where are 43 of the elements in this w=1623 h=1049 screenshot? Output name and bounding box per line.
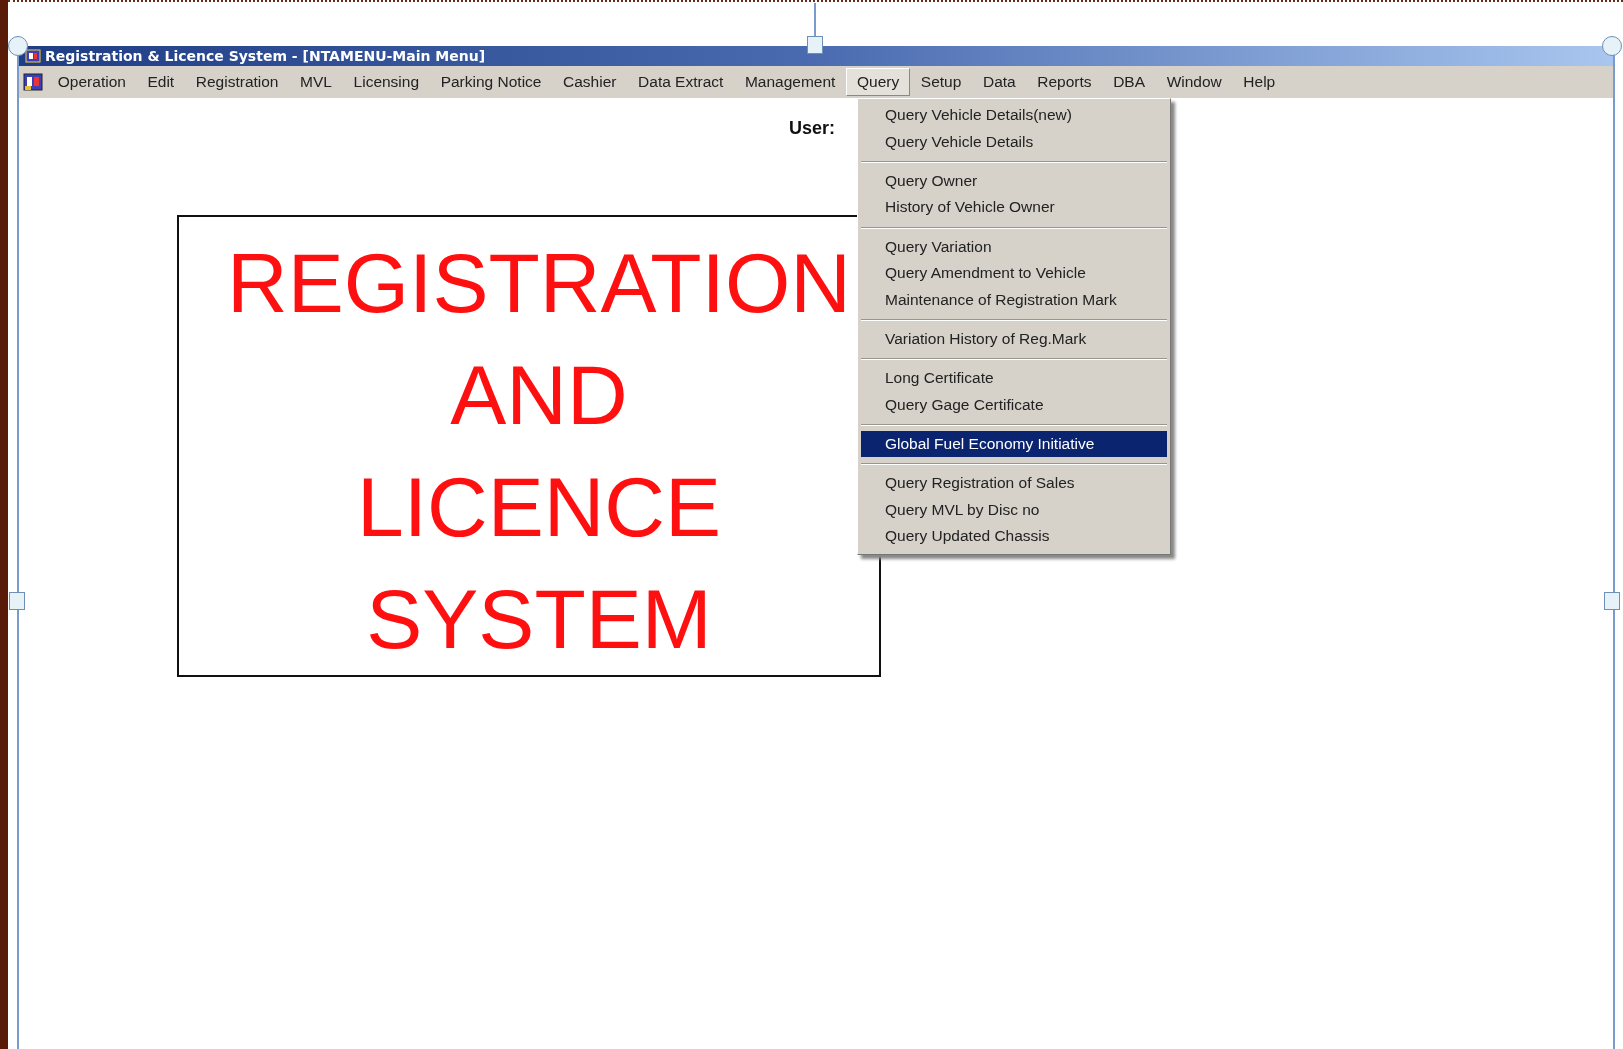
dropdown-item[interactable]: Query Variation (861, 233, 1167, 260)
menu-item[interactable]: Help (1232, 68, 1287, 96)
app-icon[interactable] (23, 72, 43, 92)
menu-item[interactable]: Data (972, 68, 1027, 96)
resize-handle[interactable] (8, 36, 28, 56)
menu-item[interactable]: Parking Notice (429, 68, 553, 96)
menu-item[interactable]: Query (846, 68, 911, 96)
menu-item[interactable]: Setup (910, 68, 973, 96)
menu-item[interactable]: Data Extract (627, 68, 735, 96)
dropdown-item[interactable]: Query Vehicle Details(new) (861, 102, 1167, 129)
menu-item[interactable]: Licensing (342, 68, 430, 96)
dropdown-item[interactable]: Long Certificate (861, 365, 1167, 392)
menu-item[interactable]: DBA (1102, 68, 1156, 96)
menu-item[interactable]: Edit (136, 68, 185, 96)
banner-text: SYSTEM (366, 571, 712, 668)
menu-item[interactable]: Operation (47, 68, 137, 96)
resize-handle[interactable] (807, 36, 823, 54)
menu-item[interactable]: Registration (185, 68, 290, 96)
dropdown-item[interactable]: Query Amendment to Vehicle (861, 259, 1167, 287)
menu-item[interactable]: MVL (289, 68, 343, 96)
dropdown-item[interactable]: Variation History of Reg.Mark (861, 325, 1167, 353)
resize-handle[interactable] (9, 592, 25, 610)
dropdown-item[interactable]: Query Updated Chassis (861, 523, 1167, 550)
menu-item[interactable]: Reports (1026, 68, 1103, 96)
banner-text: REGISTRATION (227, 235, 851, 332)
dropdown-item[interactable]: Query MVL by Disc no (861, 496, 1167, 524)
dropdown-item[interactable]: Query Vehicle Details (861, 128, 1167, 155)
dropdown-item[interactable]: Query Registration of Sales (861, 470, 1167, 497)
dropdown-item[interactable]: Query Owner (861, 167, 1167, 195)
banner-text: LICENCE (356, 459, 722, 556)
banner-text: AND (450, 347, 628, 444)
dropdown-item[interactable]: Query Gage Certificate (861, 391, 1167, 418)
menu-item[interactable]: Cashier (552, 68, 628, 96)
resize-handle[interactable] (1602, 36, 1622, 56)
app-icon (25, 48, 41, 64)
dropdown-item[interactable]: History of Vehicle Owner (861, 194, 1167, 221)
dropdown-item[interactable]: Global Fuel Economy Initiative (861, 430, 1167, 458)
resize-handle[interactable] (1604, 592, 1620, 610)
menu-item[interactable]: Management (734, 68, 847, 96)
dropdown-item[interactable]: Maintenance of Registration Mark (861, 286, 1167, 313)
user-label: User: (789, 118, 836, 140)
menu-item[interactable]: Window (1155, 68, 1233, 96)
window-title: Registration & Licence System - [NTAMENU-Main Menu] (45, 48, 486, 64)
